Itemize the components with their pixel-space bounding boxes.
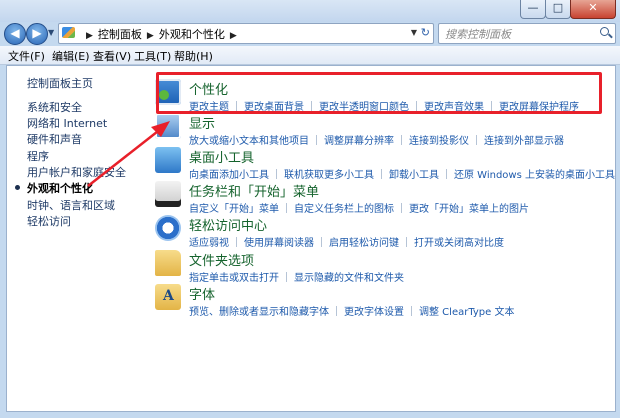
annotation-arrow bbox=[87, 121, 170, 187]
arrow-shaft bbox=[87, 127, 163, 187]
